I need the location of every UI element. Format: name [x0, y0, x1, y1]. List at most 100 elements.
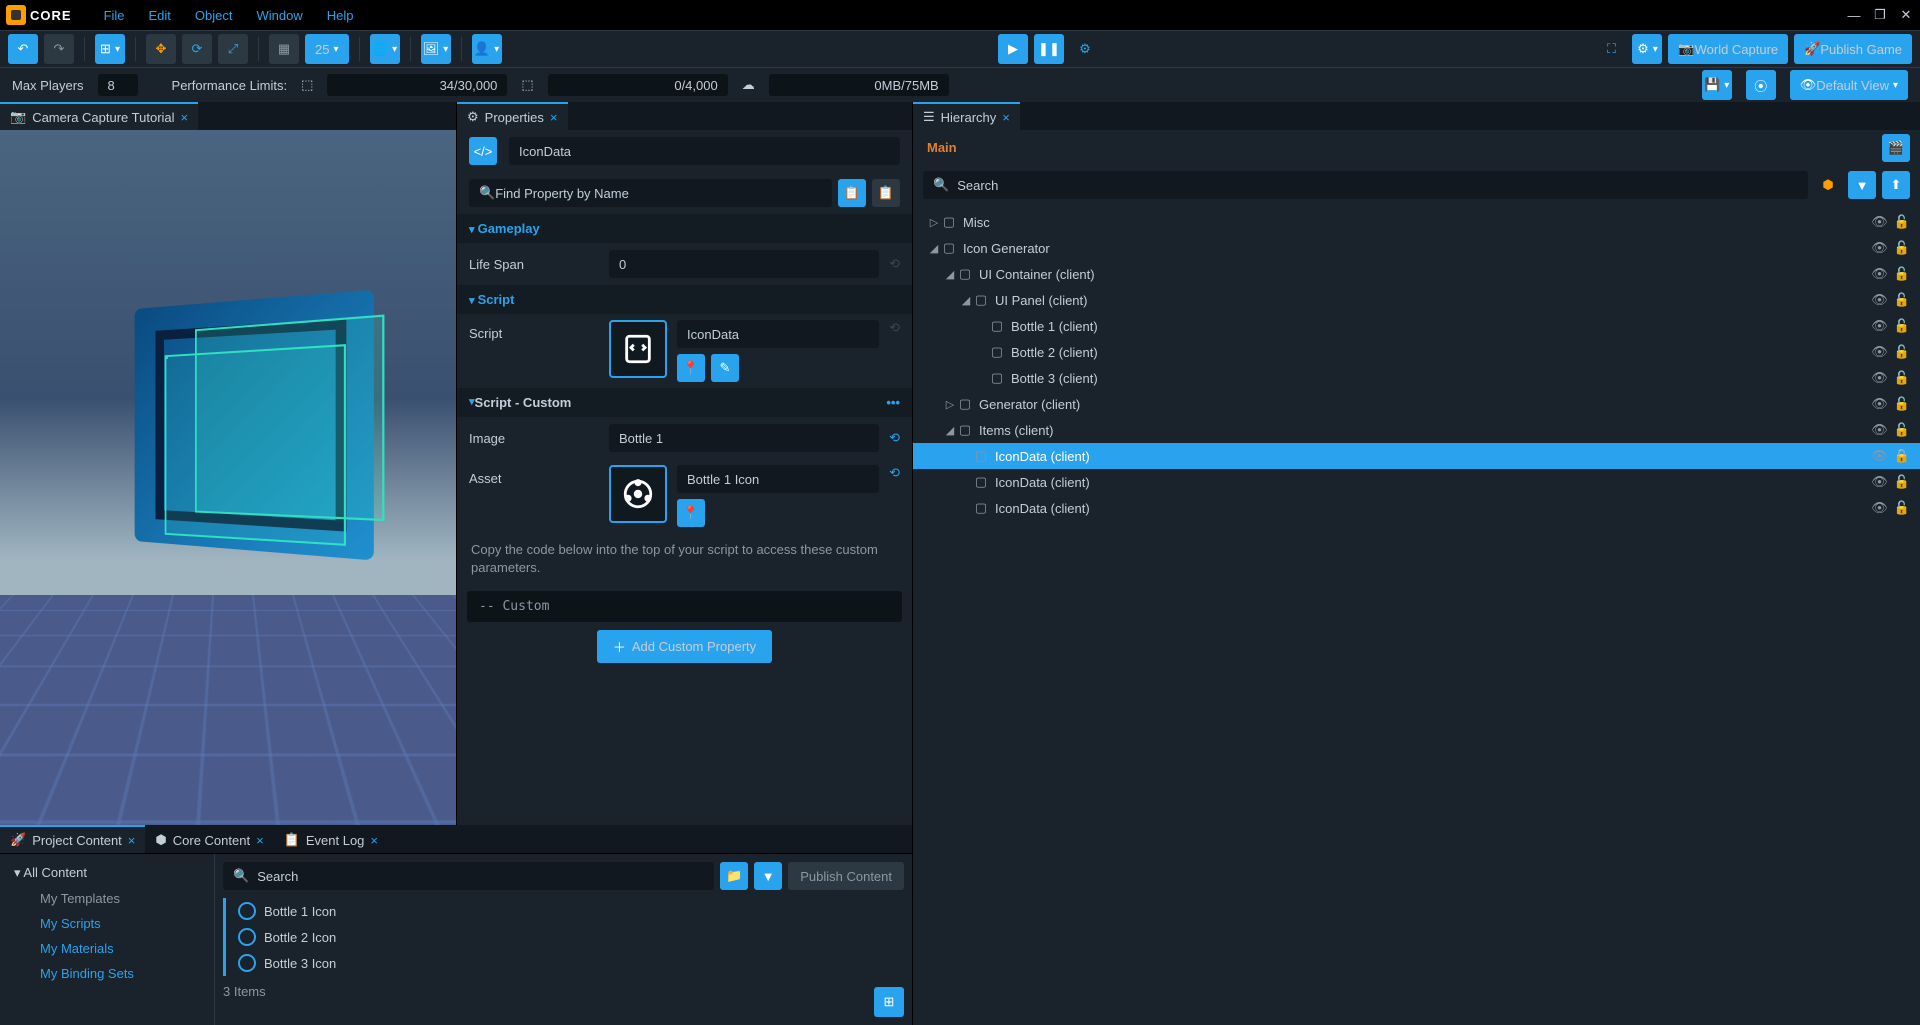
- tab-close-icon[interactable]: ×: [256, 833, 264, 848]
- tab-close-icon[interactable]: ×: [181, 110, 189, 125]
- save-dropdown[interactable]: 💾: [1702, 70, 1732, 100]
- screen-icon[interactable]: ⛶: [1596, 34, 1626, 64]
- main-scene-label[interactable]: Main: [913, 130, 971, 165]
- package-icon[interactable]: ⬢: [1814, 171, 1842, 199]
- all-content[interactable]: ▾ All Content: [0, 860, 214, 886]
- visibility-icon[interactable]: 👁: [1871, 266, 1888, 282]
- lock-icon[interactable]: 🔓: [1894, 370, 1910, 386]
- script-value[interactable]: IconData: [677, 320, 879, 348]
- visibility-icon[interactable]: 👁: [1871, 292, 1888, 308]
- menu-file[interactable]: File: [92, 8, 137, 23]
- tree-node[interactable]: ◢▢Items (client)👁🔓: [913, 417, 1920, 443]
- scale-tool[interactable]: ⤢: [218, 34, 248, 64]
- tree-node[interactable]: ▢Bottle 3 (client)👁🔓: [913, 365, 1920, 391]
- move-tool[interactable]: ✥: [146, 34, 176, 64]
- object-name-input[interactable]: IconData: [509, 137, 900, 165]
- expand-arrow[interactable]: ◢: [943, 424, 957, 437]
- grid-toggle[interactable]: ▦: [269, 34, 299, 64]
- section-custom[interactable]: Script - Custom•••: [457, 388, 912, 417]
- lock-icon[interactable]: 🔓: [1894, 266, 1910, 282]
- reset-icon[interactable]: ⟲: [889, 465, 900, 481]
- lock-icon[interactable]: 🔓: [1894, 396, 1910, 412]
- world-capture-button[interactable]: 📷 World Capture: [1668, 34, 1788, 64]
- image-menu[interactable]: 🖼: [421, 34, 451, 64]
- hierarchy-search[interactable]: 🔍 Search: [923, 171, 1808, 199]
- visibility-icon[interactable]: 👁: [1871, 500, 1888, 516]
- tree-node[interactable]: ▢Bottle 1 (client)👁🔓: [913, 313, 1920, 339]
- player-menu[interactable]: 👤: [472, 34, 502, 64]
- pause-button[interactable]: ❚❚: [1034, 34, 1064, 64]
- lock-icon[interactable]: 🔓: [1894, 422, 1910, 438]
- scene-menu-button[interactable]: 🎬: [1882, 134, 1910, 162]
- copy-button[interactable]: 📋: [838, 179, 866, 207]
- lock-icon[interactable]: 🔓: [1894, 474, 1910, 490]
- locate-button[interactable]: 📍: [677, 499, 705, 527]
- menu-window[interactable]: Window: [245, 8, 315, 23]
- project-content-tab[interactable]: 🚀Project Content×: [0, 825, 145, 853]
- lifespan-input[interactable]: 0: [609, 250, 879, 278]
- tree-node[interactable]: ◢▢UI Panel (client)👁🔓: [913, 287, 1920, 313]
- project-item[interactable]: Bottle 2 Icon: [232, 924, 904, 950]
- sidebar-materials[interactable]: My Materials: [0, 936, 214, 961]
- hierarchy-tab[interactable]: ☰ Hierarchy ×: [913, 102, 1020, 130]
- lock-icon[interactable]: 🔓: [1894, 240, 1910, 256]
- project-item[interactable]: Bottle 3 Icon: [232, 950, 904, 976]
- lock-icon[interactable]: 🔒: [1894, 448, 1910, 464]
- section-gameplay[interactable]: Gameplay: [457, 214, 912, 243]
- visibility-icon[interactable]: 👁: [1871, 422, 1888, 438]
- lock-icon[interactable]: 🔓: [1894, 344, 1910, 360]
- world-menu[interactable]: 🌐: [370, 34, 400, 64]
- filter-button[interactable]: ▼: [1848, 171, 1876, 199]
- max-players-value[interactable]: 8: [98, 74, 138, 96]
- image-value[interactable]: Bottle 1: [609, 424, 879, 452]
- publish-content-button[interactable]: Publish Content: [788, 862, 904, 890]
- view-dropdown[interactable]: 👁 Default View: [1790, 70, 1908, 100]
- viewport-tab[interactable]: 📷 Camera Capture Tutorial ×: [0, 102, 198, 130]
- section-script[interactable]: Script: [457, 285, 912, 314]
- rotate-tool[interactable]: ⟳: [182, 34, 212, 64]
- project-filter[interactable]: ▼: [754, 862, 782, 890]
- tree-node[interactable]: ▷▢Generator (client)👁🔓: [913, 391, 1920, 417]
- visibility-icon[interactable]: 👁: [1871, 396, 1888, 412]
- snap-menu[interactable]: ⊞: [95, 34, 125, 64]
- selected-cube-object[interactable]: [165, 344, 346, 546]
- locate-button[interactable]: 📍: [677, 354, 705, 382]
- menu-object[interactable]: Object: [183, 8, 245, 23]
- tree-node[interactable]: ◢▢Icon Generator👁🔓: [913, 235, 1920, 261]
- sidebar-scripts[interactable]: My Scripts: [0, 911, 214, 936]
- visibility-icon[interactable]: 👁: [1871, 474, 1888, 490]
- redo-button[interactable]: ↷: [44, 34, 74, 64]
- core-content-tab[interactable]: ⬢Core Content×: [145, 825, 273, 853]
- publish-game-button[interactable]: 🚀 Publish Game: [1794, 34, 1912, 64]
- expand-arrow[interactable]: ◢: [943, 268, 957, 281]
- tab-close-icon[interactable]: ×: [1002, 110, 1010, 125]
- reset-icon[interactable]: ⟲: [889, 430, 900, 446]
- asset-value[interactable]: Bottle 1 Icon: [677, 465, 879, 493]
- properties-tab[interactable]: ⚙ Properties ×: [457, 102, 568, 130]
- paste-button[interactable]: 📋: [872, 179, 900, 207]
- more-icon[interactable]: •••: [886, 395, 900, 410]
- tab-close-icon[interactable]: ×: [128, 833, 136, 848]
- lock-icon[interactable]: 🔓: [1894, 318, 1910, 334]
- visibility-icon[interactable]: 👁: [1871, 448, 1888, 464]
- hierarchy-tree[interactable]: ▷▢Misc👁🔓◢▢Icon Generator👁🔓◢▢UI Container…: [913, 205, 1920, 525]
- menu-help[interactable]: Help: [315, 8, 366, 23]
- open-folder-button[interactable]: 📁: [720, 862, 748, 890]
- grid-view-button[interactable]: ⊞: [874, 987, 904, 1017]
- asset-icon[interactable]: [609, 465, 667, 523]
- event-log-tab[interactable]: 📋Event Log×: [274, 825, 388, 853]
- close-icon[interactable]: ✕: [1898, 7, 1914, 23]
- visibility-icon[interactable]: 👁: [1871, 214, 1888, 230]
- menu-edit[interactable]: Edit: [137, 8, 183, 23]
- project-item[interactable]: Bottle 1 Icon: [232, 898, 904, 924]
- visibility-icon[interactable]: 👁: [1871, 344, 1888, 360]
- sidebar-templates[interactable]: My Templates: [0, 886, 214, 911]
- reset-icon[interactable]: ⟲: [889, 320, 900, 336]
- tab-close-icon[interactable]: ×: [370, 833, 378, 848]
- expand-arrow[interactable]: ◢: [959, 294, 973, 307]
- expand-arrow[interactable]: ▷: [943, 398, 957, 411]
- undo-button[interactable]: ↶: [8, 34, 38, 64]
- add-custom-property-button[interactable]: ＋ Add Custom Property: [597, 630, 772, 663]
- grid-size-dropdown[interactable]: 25: [305, 34, 349, 64]
- tree-node[interactable]: ▢IconData (client)👁🔓: [913, 495, 1920, 521]
